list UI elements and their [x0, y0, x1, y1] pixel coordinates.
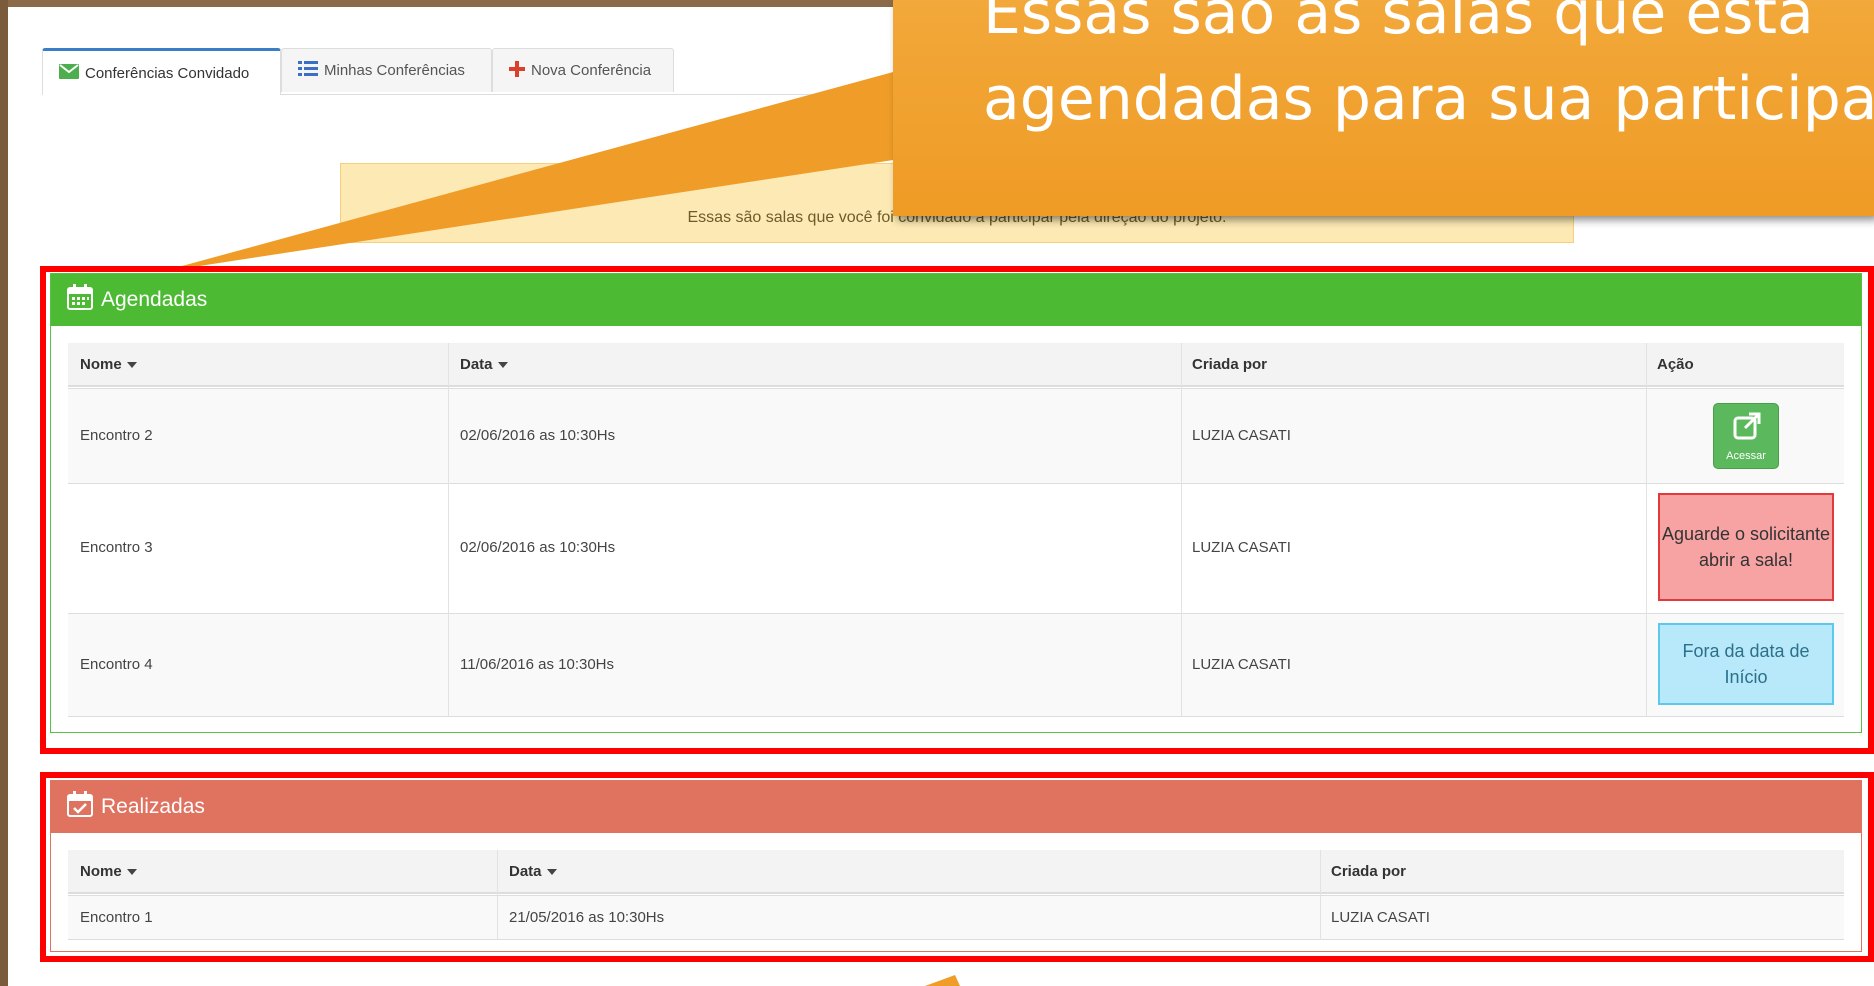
tab-label: Minhas Conferências: [324, 62, 465, 79]
tab-label: Nova Conferência: [531, 62, 652, 79]
tab-label: Conferências Convidado: [85, 64, 250, 82]
window-left-border: [0, 0, 8, 986]
conference-tabs: Conferências Convidado Minhas Conferênci…: [42, 48, 894, 95]
tab-nova-conferencia[interactable]: Nova Conferência: [492, 48, 674, 92]
envelope-icon: [59, 63, 79, 83]
tutorial-callout: Essas são as salas que estã agendadas pa…: [893, 0, 1874, 216]
plus-icon: [509, 60, 525, 81]
callout-line-1: Essas são as salas que estã: [983, 0, 1814, 48]
tab-minhas-conferencias[interactable]: Minhas Conferências: [281, 48, 492, 92]
tab-conferencias-convidado[interactable]: Conferências Convidado: [42, 48, 281, 95]
highlight-realizadas: [40, 772, 1874, 962]
callout-line-2: agendadas para sua participa: [983, 64, 1874, 134]
highlight-agendadas: [40, 266, 1874, 754]
list-icon: [298, 61, 318, 80]
